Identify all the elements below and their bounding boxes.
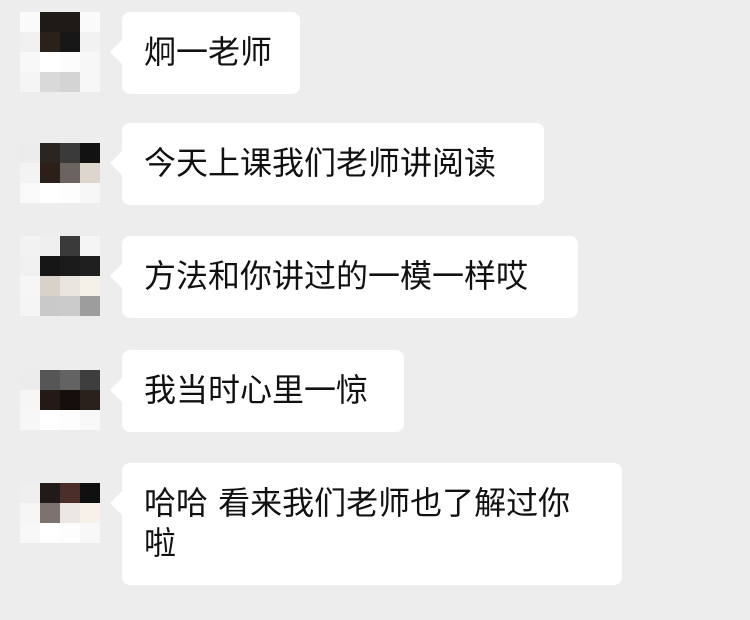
avatar-pixel — [60, 32, 80, 52]
avatar-pixel — [60, 410, 80, 430]
avatar-pixel — [80, 183, 100, 203]
avatar-pixel — [60, 390, 80, 410]
avatar-pixel — [20, 183, 40, 203]
avatar-pixel — [80, 32, 100, 52]
avatar-pixel — [80, 370, 100, 390]
avatar-pixel — [80, 52, 100, 72]
message-bubble[interactable]: 今天上课我们老师讲阅读 — [110, 123, 544, 205]
avatar-pixel — [20, 410, 40, 430]
avatar-pixel — [80, 410, 100, 430]
avatar-pixel — [20, 483, 40, 503]
avatar-pixel — [20, 523, 40, 543]
avatar-pixel — [60, 463, 80, 483]
avatar-pixel — [20, 236, 40, 256]
avatar-pixel — [40, 256, 60, 276]
avatar-pixel — [40, 463, 60, 483]
message-bubble[interactable]: 我当时心里一惊 — [110, 350, 404, 432]
avatar-pixel — [80, 163, 100, 183]
avatar-pixel — [40, 350, 60, 370]
avatar-pixel — [60, 12, 80, 32]
avatar-pixel — [60, 503, 80, 523]
avatar-pixel — [80, 503, 100, 523]
avatar-pixel — [40, 163, 60, 183]
avatar-pixel — [20, 296, 40, 316]
avatar-pixel — [20, 350, 40, 370]
avatar-pixel — [60, 183, 80, 203]
message-bubble[interactable]: 方法和你讲过的一模一样哎 — [110, 236, 578, 318]
avatar-pixel — [40, 523, 60, 543]
avatar-pixel — [80, 296, 100, 316]
avatar-pixel — [20, 12, 40, 32]
avatar-pixel — [40, 296, 60, 316]
avatar-pixel — [40, 390, 60, 410]
avatar-pixel — [20, 72, 40, 92]
avatar-pixel — [20, 52, 40, 72]
avatar-pixel — [80, 72, 100, 92]
avatar-pixel — [80, 350, 100, 370]
avatar-pixel — [80, 12, 100, 32]
avatar-pixel — [40, 410, 60, 430]
avatar[interactable] — [20, 463, 100, 543]
avatar-pixel — [20, 143, 40, 163]
avatar-pixel — [60, 370, 80, 390]
avatar-pixel — [80, 390, 100, 410]
avatar-pixel — [40, 12, 60, 32]
avatar-pixel — [60, 483, 80, 503]
avatar-pixel — [80, 143, 100, 163]
avatar-pixel — [40, 483, 60, 503]
avatar-pixel — [40, 370, 60, 390]
avatar-pixel — [60, 123, 80, 143]
avatar[interactable] — [20, 350, 100, 430]
avatar-pixel — [60, 350, 80, 370]
avatar-pixel — [60, 523, 80, 543]
avatar-pixel — [40, 32, 60, 52]
avatar-pixel — [20, 390, 40, 410]
avatar-pixel — [40, 503, 60, 523]
avatar-pixel — [40, 52, 60, 72]
avatar-pixel — [40, 72, 60, 92]
avatar-pixel — [80, 123, 100, 143]
avatar-pixel — [40, 123, 60, 143]
avatar-pixel — [60, 52, 80, 72]
avatar-pixel — [80, 256, 100, 276]
avatar-pixel — [80, 276, 100, 296]
avatar[interactable] — [20, 123, 100, 203]
avatar-pixel — [80, 236, 100, 256]
avatar-pixel — [20, 256, 40, 276]
avatar-pixel — [80, 483, 100, 503]
avatar-pixel — [20, 463, 40, 483]
avatar-pixel — [80, 523, 100, 543]
avatar-pixel — [80, 463, 100, 483]
avatar[interactable] — [20, 12, 100, 92]
avatar-pixel — [40, 183, 60, 203]
avatar[interactable] — [20, 236, 100, 316]
avatar-pixel — [20, 163, 40, 183]
avatar-pixel — [20, 503, 40, 523]
message-bubble[interactable]: 哈哈 看来我们老师也了解过你啦 — [110, 463, 622, 585]
avatar-pixel — [60, 256, 80, 276]
avatar-pixel — [60, 72, 80, 92]
avatar-pixel — [60, 143, 80, 163]
message-bubble[interactable]: 炯一老师 — [110, 12, 300, 94]
avatar-pixel — [60, 296, 80, 316]
avatar-pixel — [20, 370, 40, 390]
avatar-pixel — [40, 236, 60, 256]
avatar-pixel — [60, 163, 80, 183]
avatar-pixel — [60, 276, 80, 296]
avatar-pixel — [20, 276, 40, 296]
avatar-pixel — [60, 236, 80, 256]
avatar-pixel — [20, 32, 40, 52]
avatar-pixel — [40, 143, 60, 163]
avatar-pixel — [20, 123, 40, 143]
avatar-pixel — [40, 276, 60, 296]
